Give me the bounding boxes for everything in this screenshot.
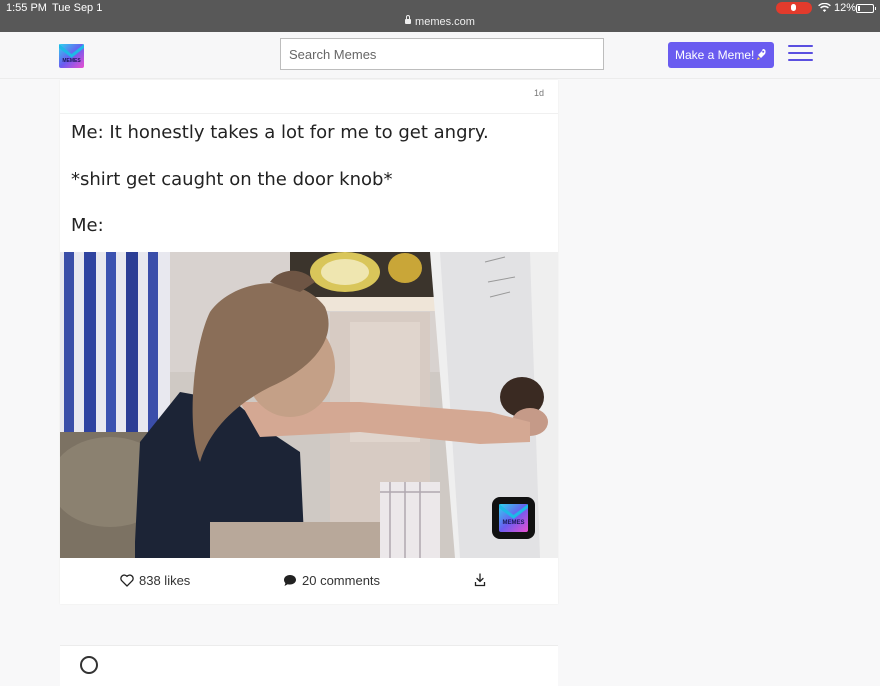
caption-line: Me: It honestly takes a lot for me to ge… [71,122,489,143]
search-input[interactable] [280,38,604,70]
make-a-meme-button[interactable]: Make a Meme! [668,42,774,68]
post-actions: 838 likes 20 comments [60,558,558,604]
address-url: memes.com [415,16,475,28]
memes-logo[interactable]: MEMES [59,44,84,68]
caption-line: Me: [71,215,104,236]
lock-icon [405,15,412,24]
site-header: MEMES Make a Meme! [0,32,880,79]
microphone-indicator [776,2,812,14]
download-icon [474,573,486,587]
hamburger-icon[interactable] [788,45,813,63]
meme-image[interactable]: MEMES [60,252,558,558]
svg-text:MEMES: MEMES [502,520,524,526]
caption-line: *shirt get caught on the door knob* [71,169,393,190]
comment-icon [284,575,296,586]
ios-status-bar: 1:55 PM Tue Sep 1 memes.com 12% [0,0,880,32]
comments-button[interactable]: 20 comments [283,573,380,588]
card-divider [60,113,558,114]
download-button[interactable] [474,573,491,587]
wifi-icon [818,3,831,12]
rocket-icon [757,49,766,60]
battery-percent: 12% [834,2,857,14]
memes-watermark-logo: MEMES [492,497,535,539]
avatar[interactable] [80,656,98,674]
post-age: 1d [533,88,544,98]
comments-count: 20 comments [302,573,381,588]
status-date: Tue Sep 1 [52,2,103,14]
svg-text:MEMES: MEMES [62,58,81,64]
meme-post-card: 1d Me: It honestly takes a lot for me to… [60,80,558,604]
like-button[interactable]: 838 likes [120,573,190,588]
likes-count: 838 likes [139,573,191,588]
battery-icon [856,4,876,13]
address-bar[interactable]: memes.com [0,15,880,28]
next-post-card [60,645,558,686]
status-time: 1:55 PM [6,2,47,14]
microphone-icon [791,4,796,11]
heart-icon [120,574,134,587]
make-a-meme-label: Make a Meme! [675,48,755,62]
